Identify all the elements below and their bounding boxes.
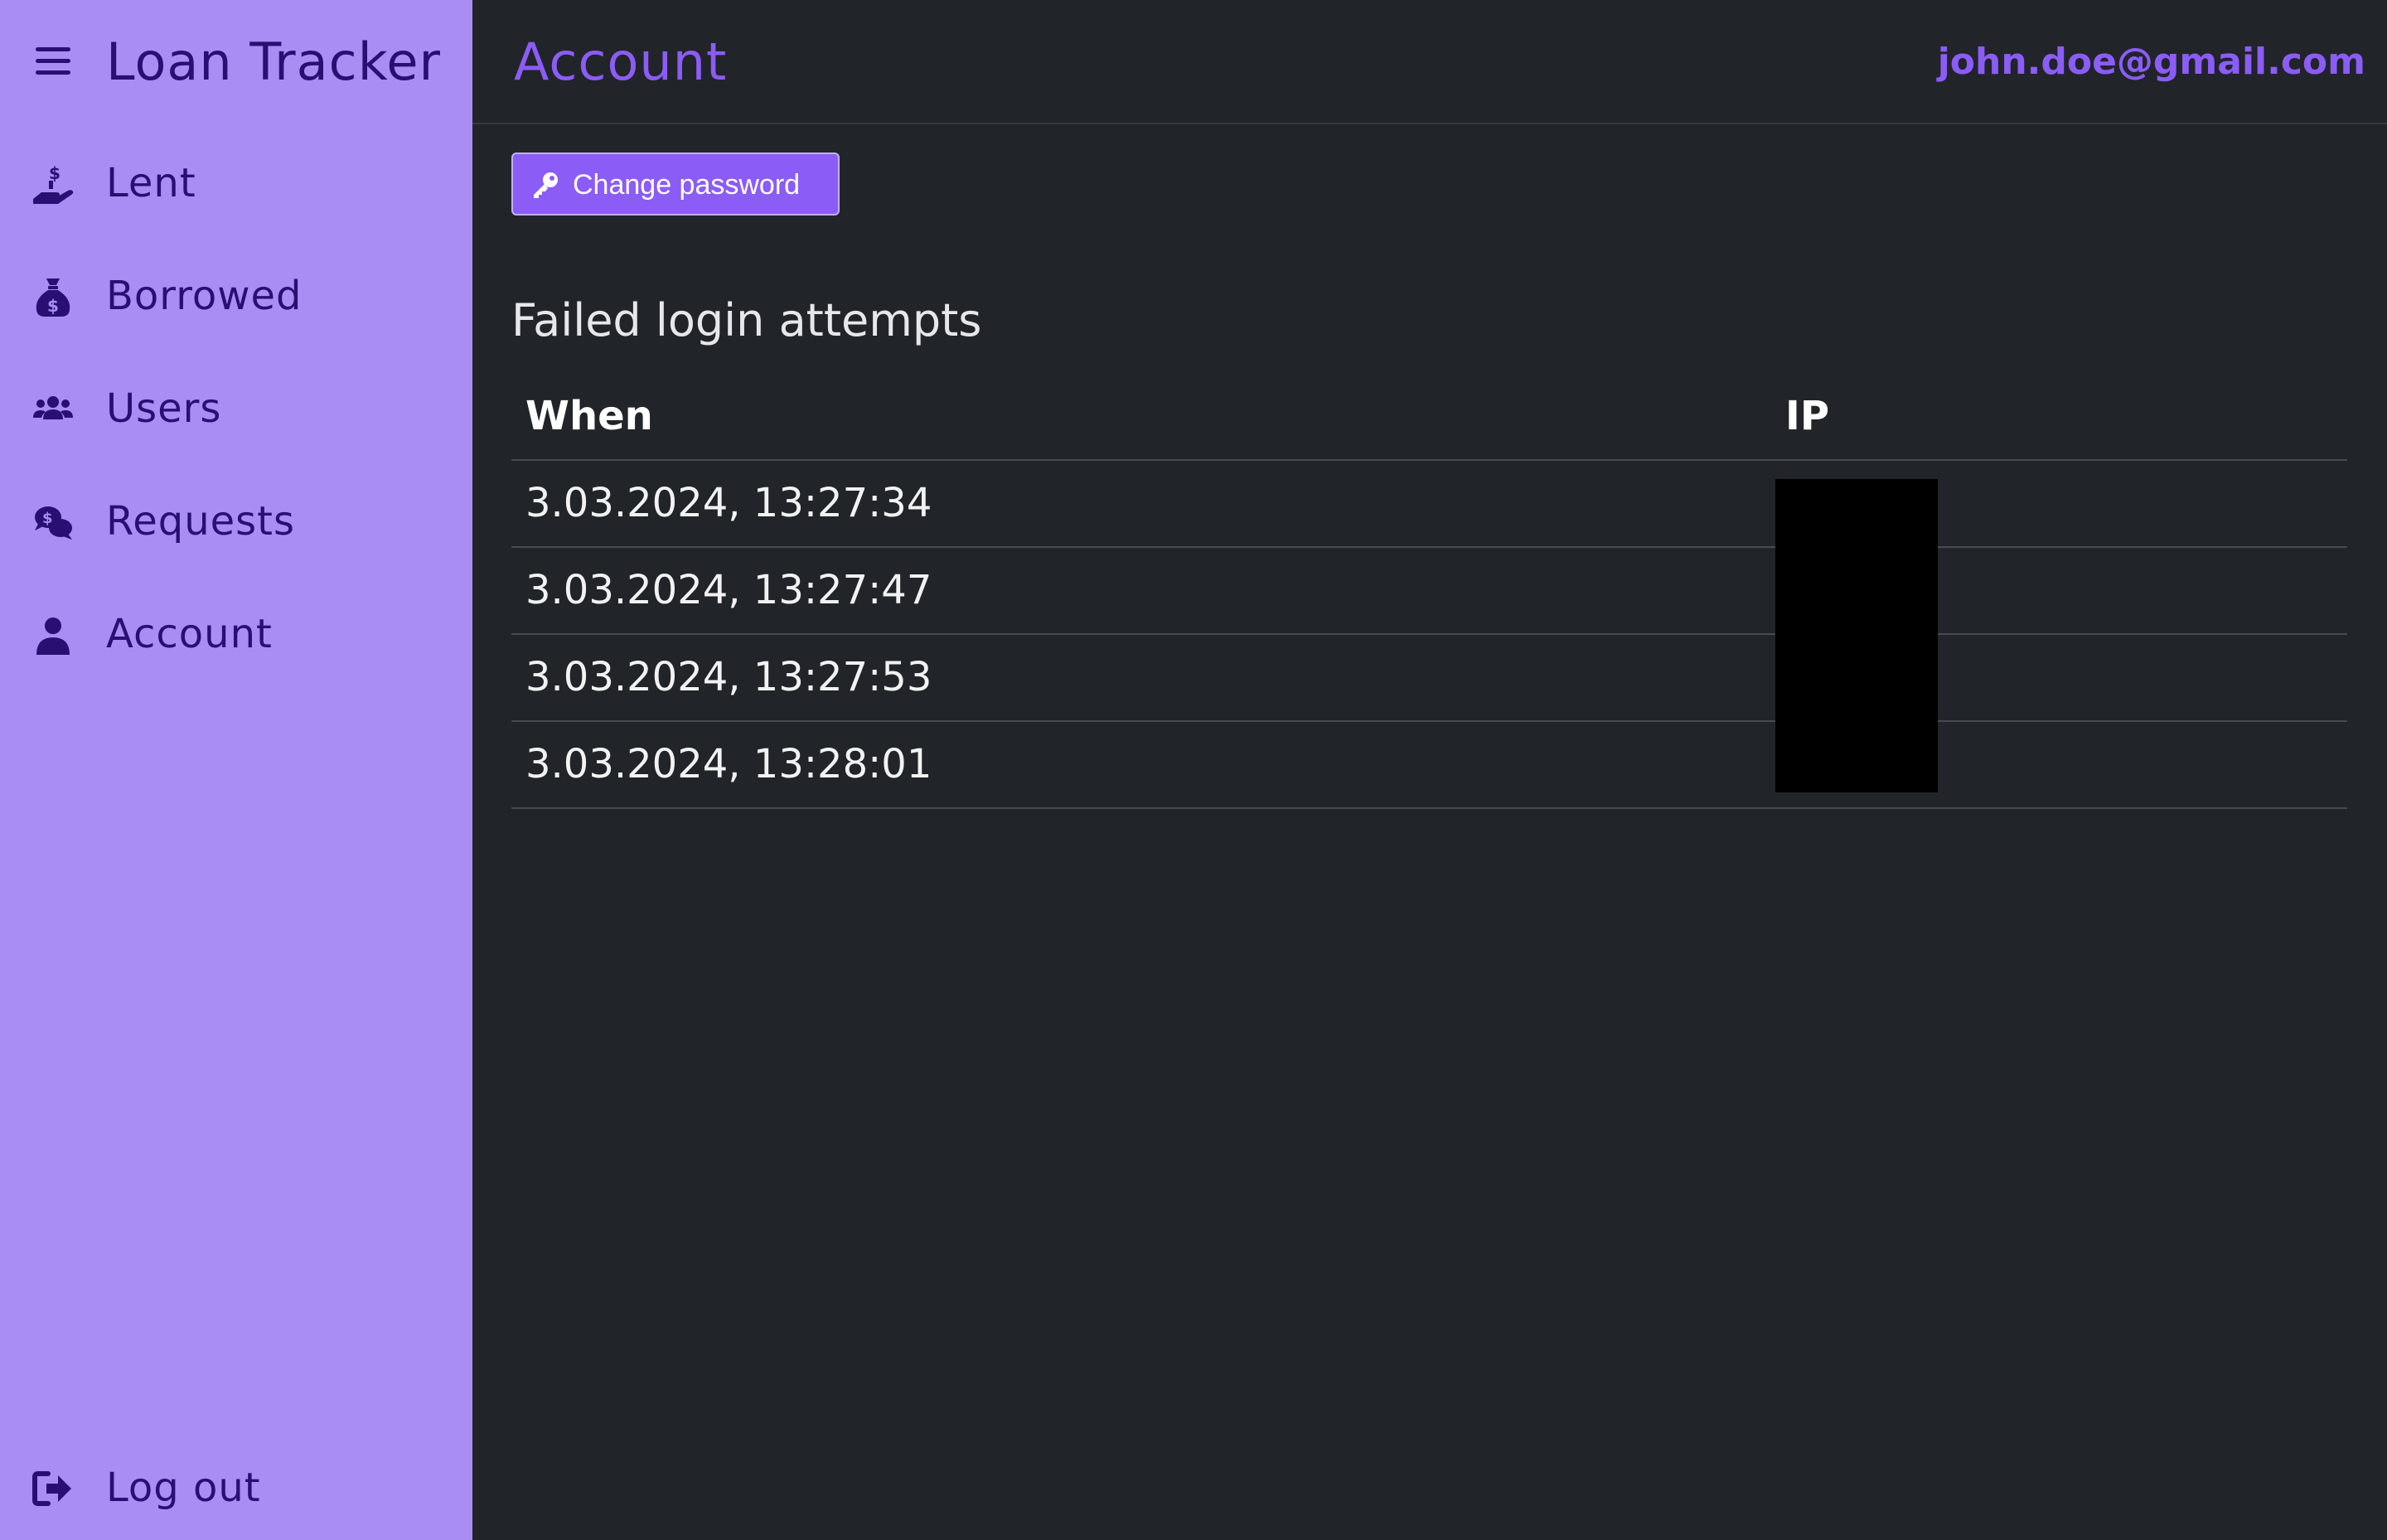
comments-dollar-icon: $ <box>31 501 75 544</box>
column-header-when: When <box>525 393 653 439</box>
failed-logins-title: Failed login attempts <box>511 294 982 346</box>
sidebar-item-account[interactable]: Account <box>0 582 472 681</box>
sidebar: Loan Tracker $ Lent $ Borrowed Users $ R… <box>0 0 472 1540</box>
change-password-label: Change password <box>573 169 801 201</box>
column-header-ip: IP <box>1785 393 1830 439</box>
cell-when: 3.03.2024, 13:27:34 <box>525 480 932 526</box>
sign-out-icon <box>31 1467 75 1510</box>
app-title: Loan Tracker <box>106 31 442 92</box>
sidebar-item-label: Account <box>106 611 273 657</box>
hamburger-menu-icon[interactable] <box>36 46 70 77</box>
cell-when: 3.03.2024, 13:27:53 <box>525 654 932 700</box>
hand-holding-dollar-icon: $ <box>31 162 75 206</box>
table-row: 3.03.2024, 13:27:53 <box>511 633 2347 720</box>
sidebar-item-label: Borrowed <box>106 273 303 319</box>
table-bottom-border <box>511 807 2347 809</box>
users-icon <box>31 388 75 431</box>
sidebar-item-requests[interactable]: $ Requests <box>0 469 472 569</box>
sidebar-item-lent[interactable]: $ Lent <box>0 131 472 230</box>
svg-text:$: $ <box>49 163 61 183</box>
logout-button[interactable]: Log out <box>0 1436 472 1535</box>
sidebar-item-label: Lent <box>106 160 196 206</box>
key-icon <box>531 171 559 199</box>
money-bag-icon: $ <box>31 275 75 318</box>
page-title: Account <box>514 31 728 92</box>
svg-text:$: $ <box>47 296 59 316</box>
user-email[interactable]: john.doe@gmail.com <box>1938 37 2365 87</box>
cell-when: 3.03.2024, 13:28:01 <box>525 741 932 787</box>
sidebar-item-label: Users <box>106 385 222 432</box>
cell-when: 3.03.2024, 13:27:47 <box>525 567 932 613</box>
app-root: Loan Tracker $ Lent $ Borrowed Users $ R… <box>0 0 2387 1540</box>
change-password-button[interactable]: Change password <box>511 153 840 216</box>
sidebar-item-borrowed[interactable]: $ Borrowed <box>0 244 472 343</box>
sidebar-brand: Loan Tracker <box>0 0 472 124</box>
redacted-ip-block <box>1775 479 1938 792</box>
user-icon <box>31 613 75 656</box>
table-row: 3.03.2024, 13:27:34 <box>511 459 2347 546</box>
table-row: 3.03.2024, 13:28:01 <box>511 720 2347 807</box>
logout-label: Log out <box>106 1465 261 1511</box>
sidebar-item-users[interactable]: Users <box>0 356 472 456</box>
table-row: 3.03.2024, 13:27:47 <box>511 546 2347 633</box>
sidebar-item-label: Requests <box>106 498 295 545</box>
top-bar: Account john.doe@gmail.com <box>472 0 2387 124</box>
